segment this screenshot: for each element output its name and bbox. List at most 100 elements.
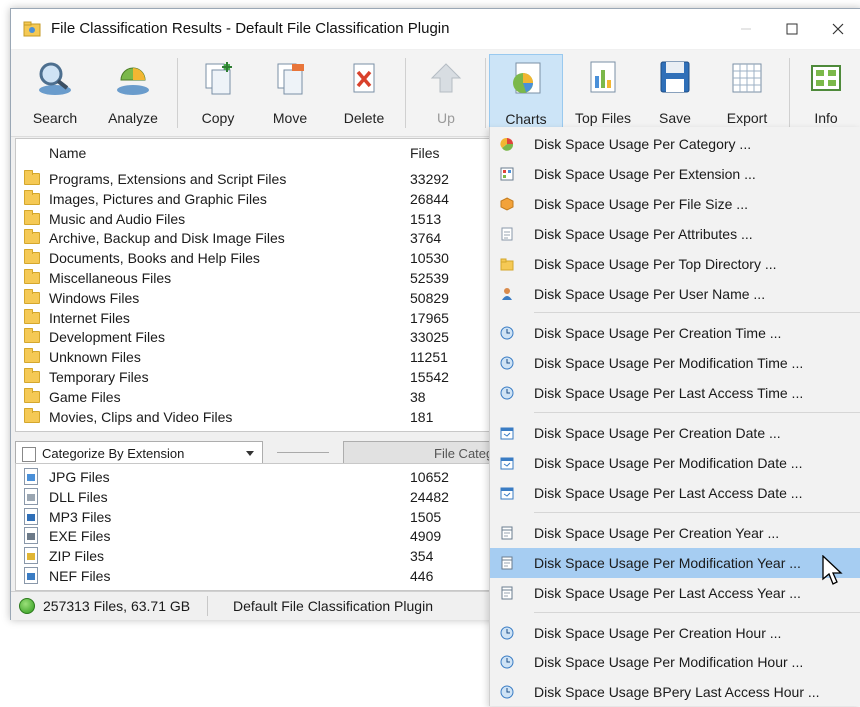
row-name: Temporary Files <box>49 369 149 385</box>
up-button[interactable]: Up <box>411 54 481 132</box>
table-row[interactable]: MP3 Files 1505 <box>16 507 494 527</box>
toolbar-separator <box>789 58 790 128</box>
menu-item-chart[interactable]: Disk Space Usage Per Last Access Date ..… <box>490 478 860 508</box>
row-files: 4909 <box>410 528 442 545</box>
table-row[interactable]: Temporary Files 15542 <box>16 367 494 387</box>
menu-item-chart[interactable]: Disk Space Usage Per Creation Time ... <box>490 318 860 348</box>
table-row[interactable]: Unknown Files 11251 <box>16 347 494 367</box>
menu-item-chart[interactable]: Disk Space Usage BPery Last Access Hour … <box>490 677 860 707</box>
menu-item-chart[interactable]: Disk Space Usage Per Modification Time .… <box>490 348 860 378</box>
menu-item-chart[interactable]: Disk Space Usage Per Extension ... <box>490 159 860 189</box>
row-name: DLL Files <box>49 488 108 505</box>
table-row[interactable]: Internet Files 17965 <box>16 308 494 328</box>
menu-item-label: Disk Space Usage Per File Size ... <box>534 195 748 212</box>
table-row[interactable]: Development Files 33025 <box>16 327 494 347</box>
row-name: Game Files <box>49 388 121 405</box>
table-row[interactable]: Documents, Books and Help Files 10530 <box>16 248 494 268</box>
folder-icon <box>24 348 40 364</box>
close-icon <box>832 23 844 35</box>
table-row[interactable]: EXE Files 4909 <box>16 526 494 546</box>
row-name: Music and Audio Files <box>49 210 186 227</box>
charts-dropdown-menu: Disk Space Usage Per Category ... Disk Sp… <box>489 127 860 706</box>
menu-item-chart[interactable]: Disk Space Usage Per Creation Date ... <box>490 418 860 448</box>
menu-item-chart[interactable]: Disk Space Usage Per Modification Year .… <box>490 547 860 578</box>
table-row[interactable]: NEF Files 446 <box>16 566 494 586</box>
table-row[interactable]: ZIP Files 354 <box>16 546 494 566</box>
row-files: 33025 <box>410 329 449 346</box>
splitter-handle[interactable] <box>277 452 329 453</box>
calendar-icon <box>500 426 514 440</box>
file-size-icon <box>500 197 514 211</box>
table-row[interactable]: Music and Audio Files 1513 <box>16 209 494 229</box>
search-button[interactable]: Search <box>19 54 91 132</box>
menu-item-label: Disk Space Usage Per Last Access Date ..… <box>534 484 803 501</box>
move-button[interactable]: Move <box>255 54 325 132</box>
analyze-button[interactable]: Analyze <box>97 54 169 132</box>
copy-icon <box>205 62 232 95</box>
menu-item-chart[interactable]: Disk Space Usage Per Last Access Year ..… <box>490 578 860 608</box>
table-row[interactable]: Images, Pictures and Graphic Files 26844 <box>16 189 494 209</box>
copy-button[interactable]: Copy <box>183 54 253 132</box>
categorize-value: Categorize By Extension <box>42 446 185 461</box>
table-row[interactable]: Movies, Clips and Video Files 181 <box>16 407 494 427</box>
table-row[interactable]: Programs, Extensions and Script Files 332… <box>16 169 494 189</box>
menu-item-chart[interactable]: Disk Space Usage Per Attributes ... <box>490 219 860 249</box>
menu-item-chart[interactable]: Disk Space Usage Per Creation Year ... <box>490 518 860 548</box>
menu-item-label: Disk Space Usage Per Top Directory ... <box>534 255 777 272</box>
delete-button[interactable]: Delete <box>329 54 399 132</box>
table-row[interactable]: Windows Files 50829 <box>16 288 494 308</box>
clock-icon <box>500 386 514 400</box>
extension-grid[interactable]: JPG Files 10652 DLL Files 24482 MP3 Files 150… <box>15 463 495 591</box>
dll-icon <box>24 487 38 505</box>
close-button[interactable] <box>815 9 860 49</box>
category-grid[interactable]: Name Files Programs, Extensions and Scri… <box>15 138 495 432</box>
menu-item-chart[interactable]: Disk Space Usage Per Top Directory ... <box>490 249 860 279</box>
maximize-button[interactable] <box>769 9 815 49</box>
row-name: NEF Files <box>49 568 111 584</box>
menu-item-chart[interactable]: Disk Space Usage Per File Size ... <box>490 189 860 219</box>
row-files: 38 <box>410 388 426 405</box>
top-files-button[interactable]: Top Files <box>567 54 639 132</box>
delete-icon <box>353 63 375 93</box>
table-row[interactable]: JPG Files 10652 <box>16 467 494 487</box>
row-name: ZIP Files <box>49 548 104 565</box>
toolbar: Search Analyze Copy Move Delete Up Chart… <box>11 50 860 137</box>
info-icon <box>811 65 841 91</box>
table-row[interactable]: DLL Files 24482 <box>16 487 494 507</box>
row-name: Archive, Backup and Disk Image Files <box>49 230 285 247</box>
menu-item-chart[interactable]: Disk Space Usage Per Category ... <box>490 129 860 159</box>
window-title: File Classification Results - Default Fi… <box>51 20 450 37</box>
menu-item-chart[interactable]: Disk Space Usage Per Last Access Time ..… <box>490 378 860 408</box>
menu-item-chart[interactable]: Disk Space Usage Per Creation Hour ... <box>490 618 860 648</box>
status-ok-icon <box>19 598 35 614</box>
categorize-icon <box>22 447 36 462</box>
menu-item-label: Disk Space Usage Per Modification Date .… <box>534 455 803 471</box>
file-category-button[interactable]: File Categ <box>343 441 503 465</box>
table-row[interactable]: Game Files 38 <box>16 387 494 407</box>
floppy-disk-icon <box>660 61 690 93</box>
menu-item-chart[interactable]: Disk Space Usage Per Modification Hour .… <box>490 647 860 677</box>
folder-icon <box>24 328 40 344</box>
row-files: 10652 <box>410 469 449 485</box>
export-button[interactable]: Export <box>711 54 783 132</box>
column-name-header[interactable]: Name <box>49 145 86 161</box>
toolbar-separator <box>485 58 486 128</box>
calendar-icon <box>500 486 514 500</box>
row-name: Documents, Books and Help Files <box>49 250 260 267</box>
table-row[interactable]: Archive, Backup and Disk Image Files 3764 <box>16 228 494 248</box>
menu-item-chart[interactable]: Disk Space Usage Per Modification Date .… <box>490 448 860 478</box>
minimize-button[interactable] <box>723 9 769 49</box>
row-name: Unknown Files <box>49 349 141 366</box>
folder-icon <box>24 209 40 225</box>
column-files-header[interactable]: Files <box>410 145 440 161</box>
charts-button[interactable]: Charts <box>489 54 563 134</box>
save-button[interactable]: Save <box>643 54 707 132</box>
menu-item-chart[interactable]: Disk Space Usage Per User Name ... <box>490 279 860 309</box>
minimize-icon <box>741 28 751 30</box>
year-icon <box>500 526 514 540</box>
row-files: 26844 <box>410 190 449 207</box>
info-button[interactable]: Info <box>793 54 859 132</box>
category-icon <box>500 137 514 151</box>
row-files: 17965 <box>410 309 449 326</box>
table-row[interactable]: Miscellaneous Files 52539 <box>16 268 494 288</box>
